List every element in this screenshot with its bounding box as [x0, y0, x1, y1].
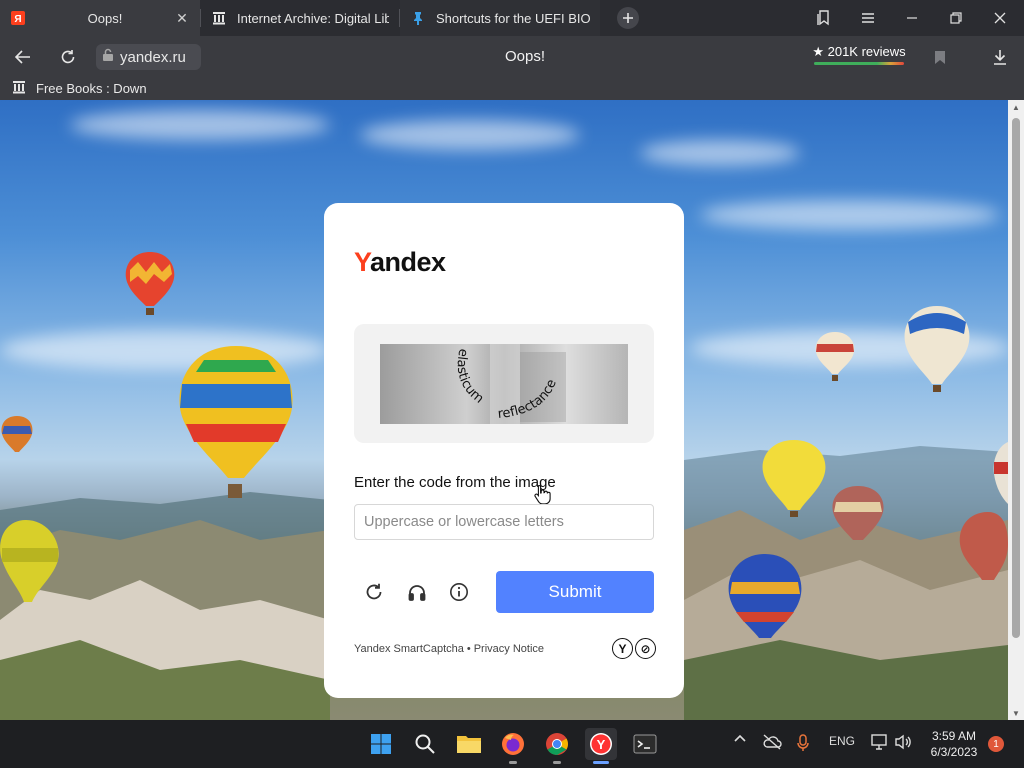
balloon-image: [993, 442, 1008, 504]
yandex-circle-icon: Y: [612, 638, 633, 659]
address-bar: yandex.ru Oops! ★ 201K reviews: [0, 36, 1024, 78]
vertical-scrollbar[interactable]: ▲ ▼: [1008, 100, 1024, 720]
balloon-image: [904, 306, 970, 392]
network-icon[interactable]: [870, 734, 890, 750]
privacy-notice-link[interactable]: Privacy Notice: [474, 643, 544, 655]
firefox-icon[interactable]: [497, 728, 529, 764]
reload-icon[interactable]: [57, 46, 79, 68]
balloon-image: [1, 416, 33, 452]
running-indicator: [509, 761, 517, 764]
smartcaptcha-link[interactable]: Yandex SmartCaptcha: [354, 643, 464, 655]
refresh-icon[interactable]: [362, 580, 386, 604]
reviews-badge[interactable]: ★ 201K reviews: [812, 43, 906, 71]
clock-date: 6/3/2023: [930, 745, 978, 759]
menu-icon[interactable]: [846, 0, 890, 36]
tab-internet-archive[interactable]: Internet Archive: Digital Lib: [201, 0, 399, 36]
yandex-logo-y: Y: [354, 247, 371, 277]
system-clock[interactable]: 3:59 AM 6/3/2023: [918, 728, 990, 760]
captcha-card: Yandex elasticum reflectance Enter the c…: [324, 203, 684, 698]
url-field[interactable]: yandex.ru: [96, 44, 201, 70]
balloon-image: [179, 346, 293, 498]
tab-close-icon[interactable]: ✕: [174, 10, 190, 26]
footer-separator: •: [466, 643, 471, 655]
svg-text:Я: Я: [14, 14, 21, 25]
balloon-image: [815, 332, 855, 381]
search-icon[interactable]: [409, 728, 441, 760]
archive-building-icon: [12, 80, 26, 97]
captcha-prompt: Enter the code from the image: [354, 474, 556, 491]
running-indicator: [553, 761, 561, 764]
balloon-image: [832, 486, 884, 540]
info-icon[interactable]: [447, 580, 471, 604]
chevron-up-icon[interactable]: [731, 734, 749, 742]
reviews-text: ★ 201K reviews: [812, 44, 906, 59]
download-icon[interactable]: [990, 47, 1010, 67]
balloon-image: [125, 252, 175, 315]
close-icon[interactable]: [978, 0, 1022, 36]
language-indicator[interactable]: ENG: [826, 734, 858, 748]
notification-count-badge[interactable]: 1: [988, 736, 1004, 752]
captcha-code-input[interactable]: [354, 504, 654, 540]
captcha-image: elasticum reflectance: [380, 344, 628, 424]
balloon-image: [728, 554, 802, 638]
captcha-image-container: elasticum reflectance: [354, 324, 654, 443]
bookmark-label: Free Books : Download: [36, 81, 146, 96]
volume-icon[interactable]: [893, 734, 913, 750]
balloon-image: [959, 512, 1008, 580]
scroll-up-arrow-icon[interactable]: ▲: [1008, 100, 1024, 114]
file-explorer-icon[interactable]: [453, 728, 485, 760]
yandex-y-icon: Я: [10, 10, 26, 26]
microphone-icon[interactable]: [794, 734, 812, 752]
bookmark-icon[interactable]: [930, 47, 950, 67]
scrollbar-thumb[interactable]: [1012, 118, 1020, 638]
yandex-logo: Yandex: [354, 247, 446, 278]
yandex-logo-text: andex: [370, 247, 446, 277]
tab-title: Oops!: [87, 10, 123, 26]
tab-uefi-shortcuts[interactable]: Shortcuts for the UEFI BIOS: [400, 0, 600, 36]
lock-open-icon[interactable]: [102, 48, 114, 67]
captcha-footer: Yandex SmartCaptcha • Privacy Notice: [354, 643, 544, 655]
captcha-badges: Y ⊘: [612, 638, 656, 659]
url-text: yandex.ru: [120, 48, 186, 66]
windows-taskbar: Y ENG 3:59 AM 6/3/2023: [0, 720, 1024, 768]
terminal-icon[interactable]: [629, 728, 661, 760]
clock-time: 3:59 AM: [931, 729, 977, 743]
collections-icon[interactable]: [802, 0, 846, 36]
balloon-image: [762, 440, 826, 517]
bookmarks-bar: Free Books : Download: [0, 78, 1024, 100]
windows-start-icon[interactable]: [365, 728, 397, 760]
hand-cursor-icon: [534, 484, 551, 504]
tab-oops[interactable]: Я Oops! ✕: [0, 0, 200, 36]
minimize-icon[interactable]: [890, 0, 934, 36]
plus-icon[interactable]: [617, 7, 639, 29]
submit-button[interactable]: Submit: [496, 571, 654, 613]
archive-building-icon: [211, 10, 227, 26]
yandex-browser-icon[interactable]: Y: [585, 728, 617, 764]
audio-headphones-icon[interactable]: [405, 580, 429, 604]
rating-bar: [814, 62, 904, 65]
chrome-icon[interactable]: [541, 728, 573, 764]
balloon-image: [0, 520, 59, 602]
restore-icon[interactable]: [934, 0, 978, 36]
tab-title: Internet Archive: Digital Lib: [237, 10, 389, 26]
cloud-offline-icon[interactable]: [760, 734, 784, 750]
svg-text:Y: Y: [597, 737, 606, 752]
smartcaptcha-circle-icon: ⊘: [635, 638, 656, 659]
back-arrow-icon[interactable]: [12, 46, 34, 68]
page-title: Oops!: [504, 48, 546, 65]
tab-strip: Я Oops! ✕ Internet Archive: Digital Lib …: [0, 0, 1024, 36]
tab-title: Shortcuts for the UEFI BIOS: [436, 10, 590, 26]
active-indicator: [593, 761, 609, 764]
bookmark-free-books[interactable]: Free Books : Download: [12, 80, 146, 97]
page-viewport: Yandex elasticum reflectance Enter the c…: [0, 100, 1008, 720]
pin-icon: [410, 10, 426, 26]
scroll-down-arrow-icon[interactable]: ▼: [1008, 706, 1024, 720]
